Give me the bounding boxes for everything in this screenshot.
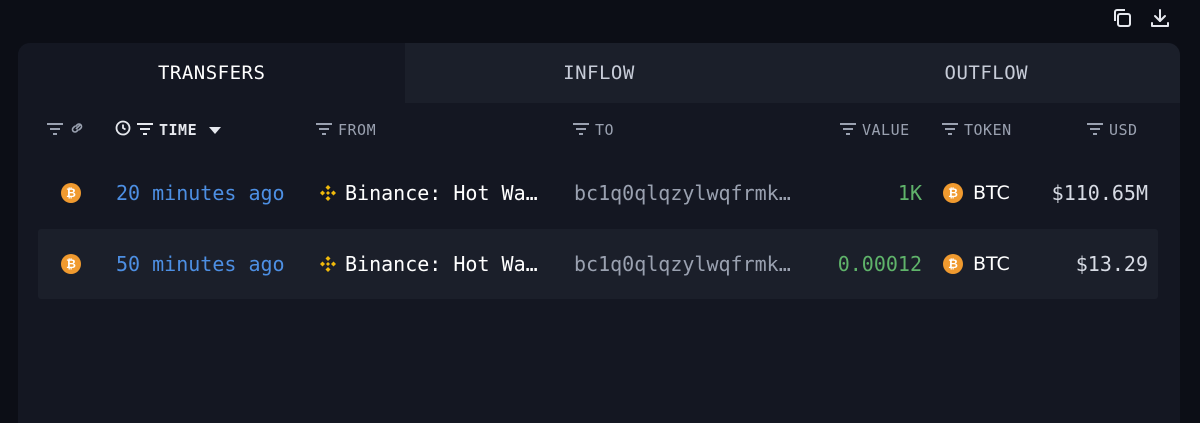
from-cell[interactable]: Binance: Hot Wa… bbox=[319, 229, 538, 299]
filter-icon[interactable] bbox=[137, 121, 153, 139]
token-cell[interactable]: ₿ BTC bbox=[943, 158, 1010, 228]
usd-cell: $110.65M bbox=[1052, 158, 1148, 228]
download-icon[interactable] bbox=[1148, 6, 1172, 30]
value-cell: 0.00012 bbox=[838, 229, 922, 299]
transfer-value: 1K bbox=[897, 181, 922, 205]
time-cell[interactable]: 20 minutes ago bbox=[116, 158, 285, 228]
usd-cell: $13.29 bbox=[1076, 229, 1148, 299]
usd-value: $13.29 bbox=[1075, 252, 1148, 276]
from-column-header[interactable]: FROM bbox=[316, 118, 376, 142]
chain-filter-header bbox=[47, 118, 85, 142]
tab-bar: TRANSFERS INFLOW OUTFLOW bbox=[18, 43, 1180, 103]
top-actions bbox=[1110, 6, 1172, 30]
to-header-label: TO bbox=[595, 121, 615, 139]
bitcoin-icon: ₿ bbox=[61, 183, 81, 203]
time-column-header[interactable]: TIME bbox=[115, 118, 222, 142]
tab-inflow[interactable]: INFLOW bbox=[405, 43, 793, 103]
value-header-label: VALUE bbox=[862, 121, 910, 139]
link-icon[interactable] bbox=[69, 120, 85, 140]
tab-transfers[interactable]: TRANSFERS bbox=[18, 43, 406, 103]
clock-icon bbox=[115, 120, 131, 140]
transfers-panel: TRANSFERS INFLOW OUTFLOW TIME FROM TO VA… bbox=[18, 43, 1180, 423]
filter-icon[interactable] bbox=[47, 121, 63, 139]
binance-icon bbox=[319, 255, 337, 273]
to-address[interactable]: bc1q0qlqzylwqfrmk… bbox=[574, 252, 791, 276]
transfer-value: 0.00012 bbox=[837, 252, 922, 276]
usd-header-label: USD bbox=[1109, 121, 1138, 139]
chain-cell: ₿ bbox=[61, 229, 81, 299]
to-cell[interactable]: bc1q0qlqzylwqfrmk… bbox=[574, 158, 791, 228]
bitcoin-icon: ₿ bbox=[943, 254, 963, 274]
token-column-header[interactable]: TOKEN bbox=[942, 118, 1012, 142]
from-header-label: FROM bbox=[338, 121, 377, 139]
value-column-header[interactable]: VALUE bbox=[840, 118, 910, 142]
bitcoin-icon: ₿ bbox=[61, 254, 81, 274]
chain-cell: ₿ bbox=[61, 158, 81, 228]
to-cell[interactable]: bc1q0qlqzylwqfrmk… bbox=[574, 229, 791, 299]
filter-icon[interactable] bbox=[573, 121, 589, 139]
token-symbol[interactable]: BTC bbox=[973, 253, 1010, 275]
token-cell[interactable]: ₿ BTC bbox=[943, 229, 1010, 299]
filter-icon[interactable] bbox=[1087, 121, 1103, 139]
binance-icon bbox=[319, 184, 337, 202]
to-address[interactable]: bc1q0qlqzylwqfrmk… bbox=[574, 181, 791, 205]
time-cell[interactable]: 50 minutes ago bbox=[116, 229, 285, 299]
filter-icon[interactable] bbox=[942, 121, 958, 139]
table-row[interactable]: ₿ 50 minutes ago Binance: Hot Wa… bc1q0q… bbox=[38, 229, 1158, 299]
usd-value: $110.65M bbox=[1051, 181, 1148, 205]
filter-icon[interactable] bbox=[316, 121, 332, 139]
filter-icon[interactable] bbox=[840, 121, 856, 139]
copy-icon[interactable] bbox=[1110, 6, 1134, 30]
token-symbol[interactable]: BTC bbox=[973, 182, 1010, 204]
time-link[interactable]: 50 minutes ago bbox=[116, 252, 285, 276]
token-header-label: TOKEN bbox=[964, 121, 1012, 139]
bitcoin-icon: ₿ bbox=[943, 183, 963, 203]
table-row[interactable]: ₿ 20 minutes ago Binance: Hot Wa… bc1q0q… bbox=[38, 158, 1158, 228]
time-link[interactable]: 20 minutes ago bbox=[116, 181, 285, 205]
from-address[interactable]: Binance: Hot Wa… bbox=[345, 181, 538, 205]
to-column-header[interactable]: TO bbox=[573, 118, 614, 142]
from-cell[interactable]: Binance: Hot Wa… bbox=[319, 158, 538, 228]
usd-column-header[interactable]: USD bbox=[1087, 118, 1138, 142]
sort-desc-icon[interactable] bbox=[209, 121, 222, 139]
tab-outflow[interactable]: OUTFLOW bbox=[792, 43, 1180, 103]
value-cell: 1K bbox=[898, 158, 922, 228]
from-address[interactable]: Binance: Hot Wa… bbox=[345, 252, 538, 276]
time-header-label: TIME bbox=[159, 121, 198, 139]
